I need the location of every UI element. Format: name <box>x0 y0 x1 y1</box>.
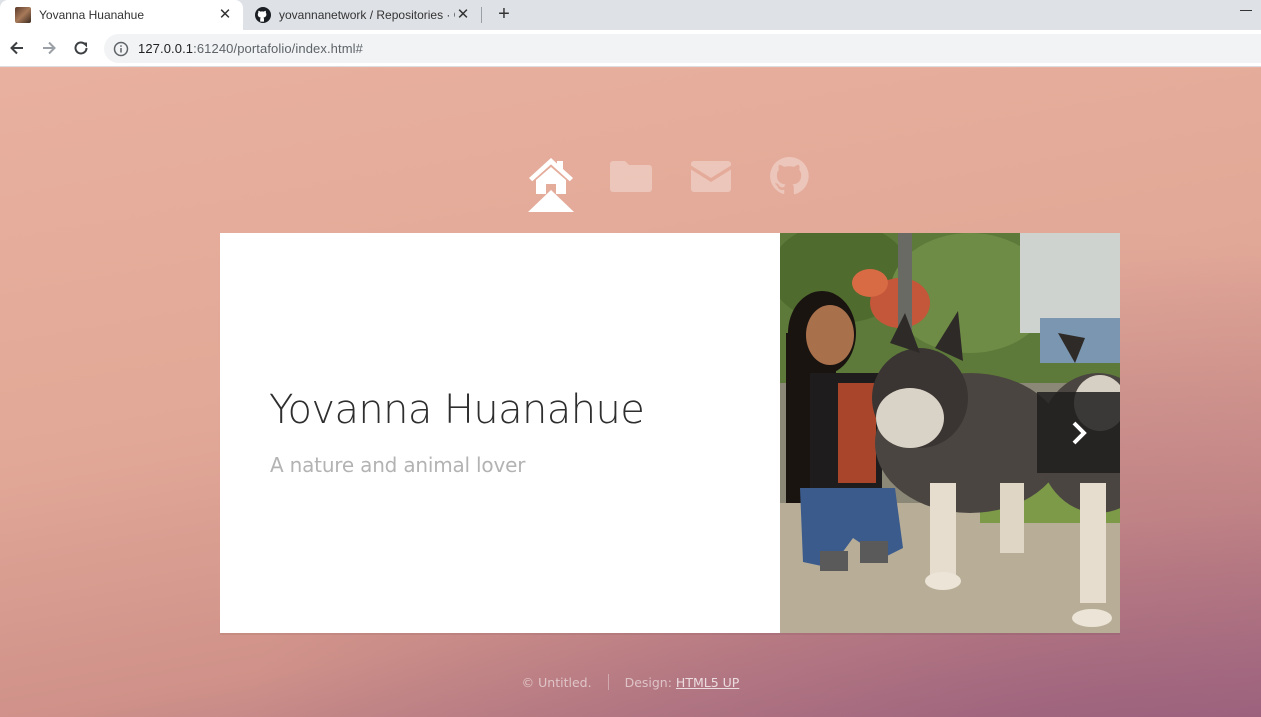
tab-title: Yovanna Huanahue <box>39 8 144 22</box>
design-credit: Design: HTML5 UP <box>609 675 740 690</box>
github-icon <box>255 7 271 23</box>
close-tab-icon[interactable]: ✕ <box>217 7 233 23</box>
active-nav-pointer <box>528 190 574 212</box>
url-path: :61240/portafolio/index.html# <box>193 41 363 56</box>
reload-icon[interactable] <box>71 38 91 58</box>
next-arrow-icon[interactable] <box>1037 392 1120 473</box>
tab-github-repositories[interactable]: yovannanetwork / Repositories · G ✕ <box>243 0 481 30</box>
url-host: 127.0.0.1 <box>138 41 194 56</box>
url-text: 127.0.0.1:61240/portafolio/index.html# <box>138 41 363 56</box>
github-icon[interactable] <box>766 156 812 196</box>
design-label: Design: <box>624 674 672 690</box>
mail-icon[interactable] <box>688 156 734 196</box>
forward-arrow-icon[interactable] <box>39 38 59 58</box>
profile-photo <box>780 233 1120 633</box>
browser-tab-bar: Yovanna Huanahue ✕ yovannanetwork / Repo… <box>0 0 1261 30</box>
copyright-text: © Untitled. <box>521 674 592 690</box>
profile-photo-favicon <box>15 7 31 23</box>
back-arrow-icon[interactable] <box>7 38 27 58</box>
address-bar[interactable]: 127.0.0.1:61240/portafolio/index.html# <box>104 34 1261 63</box>
tab-separator <box>481 7 482 23</box>
page-background: Yovanna Huanahue A nature and animal lov… <box>0 68 1261 717</box>
folder-icon[interactable] <box>608 156 654 196</box>
tab-title: yovannanetwork / Repositories · G <box>279 8 455 22</box>
site-info-icon[interactable] <box>113 41 129 57</box>
site-nav <box>520 146 820 212</box>
minimize-window-icon[interactable] <box>1240 10 1252 11</box>
intro-panel: Yovanna Huanahue A nature and animal lov… <box>220 233 1120 633</box>
site-footer: © Untitled. Design: HTML5 UP <box>0 672 1261 692</box>
new-tab-button[interactable]: + <box>494 4 514 24</box>
intro-text: Yovanna Huanahue A nature and animal lov… <box>220 233 780 633</box>
page-title: Yovanna Huanahue <box>269 387 645 433</box>
page-subtitle: A nature and animal lover <box>270 453 526 477</box>
tab-yovanna-huanahue[interactable]: Yovanna Huanahue ✕ <box>0 0 243 30</box>
browser-toolbar: 127.0.0.1:61240/portafolio/index.html# <box>0 30 1261 67</box>
html5up-link[interactable]: HTML5 UP <box>676 675 739 690</box>
close-tab-icon[interactable]: ✕ <box>455 7 471 23</box>
